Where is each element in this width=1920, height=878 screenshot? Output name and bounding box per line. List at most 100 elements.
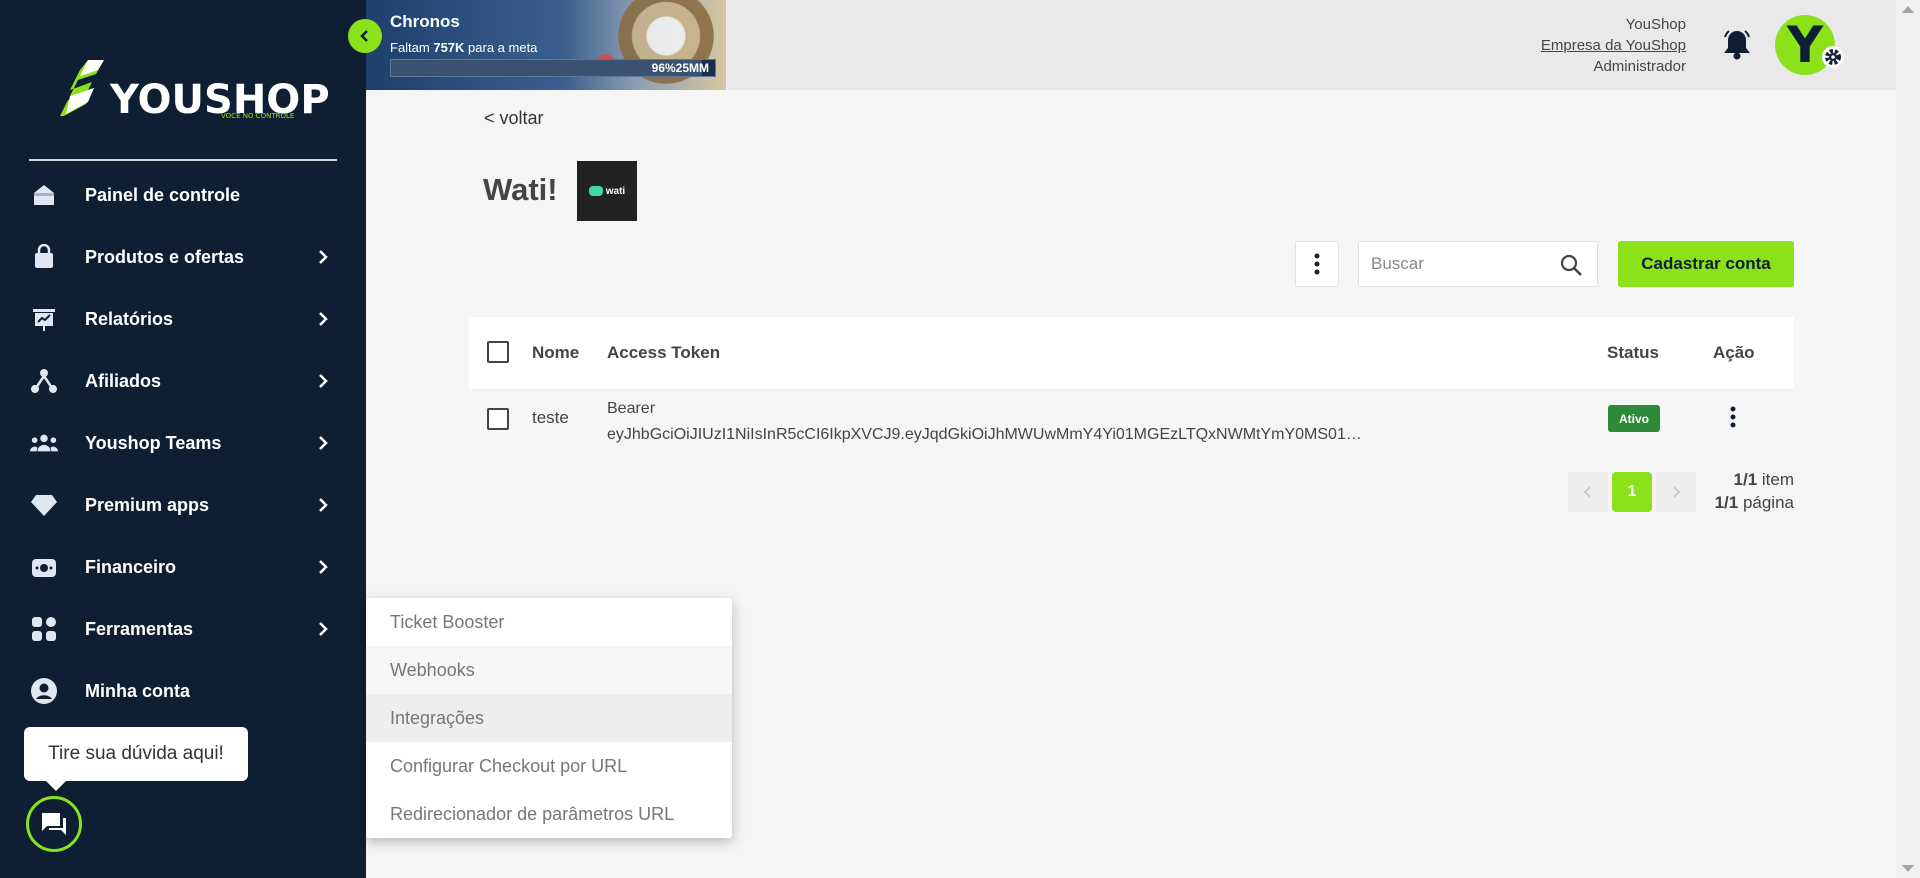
company-link[interactable]: Empresa da YouShop: [1541, 35, 1686, 56]
submenu-item-integracoes[interactable]: Integrações: [366, 694, 732, 742]
chevron-right-icon: [319, 312, 328, 326]
sidebar-item-minha-conta[interactable]: Minha conta: [0, 660, 366, 722]
sidebar-item-label: Ferramentas: [85, 618, 194, 639]
more-options-button[interactable]: [1295, 241, 1339, 287]
column-header-action: Ação: [1713, 343, 1755, 362]
sidebar-item-label: Youshop Teams: [85, 432, 222, 453]
row-access-token: Bearer eyJhbGciOiJIUzI1NiIsInR5cCI6IkpXV…: [607, 396, 1387, 448]
goal-progress-bar: 96%25MM: [390, 59, 716, 77]
register-account-button[interactable]: Cadastrar conta: [1618, 241, 1794, 287]
sidebar-item-relatorios[interactable]: Relatórios: [0, 288, 366, 350]
money-icon: [30, 553, 58, 581]
banner-title: Chronos: [390, 12, 460, 31]
wati-logo-text: wati: [605, 185, 626, 197]
gear-icon[interactable]: [1822, 46, 1844, 68]
chevron-left-icon: [360, 30, 368, 42]
items-label: item: [1757, 470, 1794, 489]
items-count: 1/1: [1733, 470, 1758, 489]
tools-submenu: Ticket Booster Webhooks Integrações Conf…: [366, 598, 732, 838]
page-button-current[interactable]: 1: [1612, 472, 1652, 512]
sidebar-item-afiliados[interactable]: Afiliados: [0, 350, 366, 412]
token-line-1: Bearer: [607, 400, 656, 417]
column-header-name[interactable]: Nome: [532, 343, 579, 363]
sidebar-item-painel[interactable]: Painel de controle: [0, 164, 366, 226]
tools-icon: [30, 615, 58, 643]
chevron-right-icon: [319, 560, 328, 574]
sidebar-item-premium[interactable]: Premium apps: [0, 474, 366, 536]
submenu-item-webhooks[interactable]: Webhooks: [366, 646, 732, 694]
chevron-right-icon: [319, 250, 328, 264]
table-row: teste Bearer eyJhbGciOiJIUzI1NiIsInR5cCI…: [469, 389, 1794, 445]
accounts-table: Nome Access Token Status Ação teste Bear…: [469, 317, 1794, 445]
banner-sub-suffix: para a meta: [464, 40, 538, 55]
sidebar-item-teams[interactable]: Youshop Teams: [0, 412, 366, 474]
youshop-logo[interactable]: YOUSHOP: [58, 58, 330, 120]
home-icon: [30, 181, 58, 209]
pages-count: 1/1: [1714, 493, 1739, 512]
search-icon[interactable]: [1559, 253, 1583, 277]
scroll-up-arrow[interactable]: [1902, 6, 1914, 13]
pages-label: página: [1738, 493, 1794, 512]
sidebar-item-label: Painel de controle: [85, 184, 241, 205]
search-input[interactable]: [1371, 242, 1551, 286]
report-icon: [30, 305, 58, 333]
token-line-2: eyJhbGciOiJIUzI1NiIsInR5cCI6IkpXVCJ9.eyJ…: [607, 426, 1362, 443]
chevron-right-icon: [319, 622, 328, 636]
sidebar-item-financeiro[interactable]: Financeiro: [0, 536, 366, 598]
chevron-right-icon: [319, 374, 328, 388]
account-icon: [30, 677, 58, 705]
diamond-icon: [30, 491, 58, 519]
wati-logo: wati: [577, 161, 637, 221]
column-header-status[interactable]: Status: [1607, 343, 1659, 363]
bag-icon: [30, 243, 58, 271]
items-info: 1/1 item: [1715, 468, 1794, 491]
sidebar-item-label: Financeiro: [85, 556, 177, 577]
chat-bubble-icon: [588, 186, 603, 196]
affiliates-icon: [30, 367, 58, 395]
page-scrollbar[interactable]: [1896, 0, 1920, 878]
chevron-left-icon: [1583, 486, 1591, 498]
column-header-token[interactable]: Access Token: [607, 343, 720, 363]
sidebar-item-label: Produtos e ofertas: [85, 246, 245, 267]
sidebar: YOUSHOP VOCÊ NO CONTROLE Painel de contr…: [0, 0, 366, 878]
chevron-right-icon: [319, 498, 328, 512]
back-link[interactable]: < voltar: [484, 108, 544, 129]
next-page-button[interactable]: [1656, 472, 1696, 512]
chat-icon: [42, 813, 66, 835]
kebab-icon: [1314, 253, 1320, 275]
collapse-sidebar-button[interactable]: [348, 19, 382, 53]
pages-info: 1/1 página: [1715, 491, 1794, 514]
select-all-checkbox[interactable]: [487, 341, 509, 363]
logo-tagline: VOCÊ NO CONTROLE: [221, 112, 295, 120]
banner-subtitle: Faltam 757K para a meta: [390, 40, 537, 55]
logo-text: YOUSHOP: [110, 77, 330, 123]
bell-icon[interactable]: [1722, 28, 1752, 60]
prev-page-button[interactable]: [1568, 472, 1608, 512]
chat-button[interactable]: [26, 796, 82, 852]
row-actions-button[interactable]: [1721, 402, 1745, 432]
submenu-item-ticket-booster[interactable]: Ticket Booster: [366, 598, 732, 646]
chevron-right-icon: [1673, 486, 1681, 498]
user-info: YouShop Empresa da YouShop Administrador: [1541, 14, 1686, 77]
user-name: YouShop: [1625, 16, 1686, 33]
sidebar-item-label: Relatórios: [85, 308, 174, 329]
sidebar-item-label: Premium apps: [85, 494, 210, 515]
sidebar-divider: [29, 159, 337, 161]
submenu-item-checkout-url[interactable]: Configurar Checkout por URL: [366, 742, 732, 790]
search-box: [1358, 241, 1598, 287]
goal-banner[interactable]: Chronos Faltam 757K para a meta 96%25MM: [366, 0, 726, 90]
sidebar-item-ferramentas[interactable]: Ferramentas: [0, 598, 366, 660]
row-checkbox[interactable]: [487, 408, 509, 430]
banner-sub-amount: 757K: [433, 40, 465, 55]
page-title: Wati!: [483, 172, 558, 207]
user-role: Administrador: [1593, 58, 1686, 75]
sidebar-item-label: Afiliados: [85, 370, 162, 391]
row-name: teste: [532, 408, 569, 427]
table-header: Nome Access Token Status Ação: [469, 317, 1794, 389]
submenu-item-redirecionador[interactable]: Redirecionador de parâmetros URL: [366, 790, 732, 838]
sidebar-item-produtos[interactable]: Produtos e ofertas: [0, 226, 366, 288]
scroll-down-arrow[interactable]: [1902, 865, 1914, 872]
goal-progress-label: 96%25MM: [651, 61, 709, 75]
chat-tooltip: Tire sua dúvida aqui!: [24, 727, 248, 791]
teams-icon: [30, 429, 58, 457]
